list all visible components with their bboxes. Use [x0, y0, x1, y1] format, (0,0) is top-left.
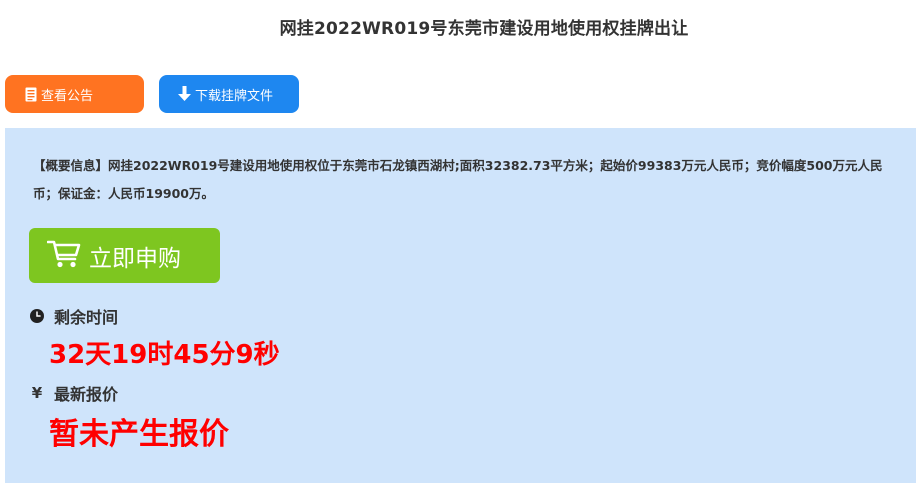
buy-now-button[interactable]: 立即申购 — [29, 228, 220, 283]
yen-icon: ¥ — [31, 384, 43, 402]
time-remaining-label: 剩余时间 — [54, 308, 119, 327]
summary-info: 【概要信息】网挂2022WR019号建设用地使用权位于东莞市石龙镇西湖村;面积3… — [33, 158, 883, 201]
buy-now-label: 立即申购 — [89, 245, 181, 272]
latest-price-label: 最新报价 — [54, 385, 119, 404]
latest-price-value: 暂未产生报价 — [49, 417, 229, 452]
view-notice-button[interactable]: 查看公告 — [5, 75, 144, 113]
clock-icon — [29, 309, 45, 323]
shopping-cart-icon — [46, 239, 81, 273]
time-remaining-row: 剩余时间 — [29, 304, 118, 328]
document-icon — [25, 87, 37, 102]
download-arrow-icon — [178, 86, 191, 102]
download-files-label: 下载挂牌文件 — [195, 88, 274, 104]
latest-price-row: ¥ 最新报价 — [29, 381, 118, 405]
countdown-value: 32天19时45分9秒 — [49, 340, 280, 370]
auction-info-panel: 【概要信息】网挂2022WR019号建设用地使用权位于东莞市石龙镇西湖村;面积3… — [5, 128, 916, 483]
page-title: 网挂2022WR019号东莞市建设用地使用权挂牌出让 — [279, 19, 689, 39]
download-files-button[interactable]: 下载挂牌文件 — [159, 75, 299, 113]
view-notice-label: 查看公告 — [41, 88, 94, 104]
